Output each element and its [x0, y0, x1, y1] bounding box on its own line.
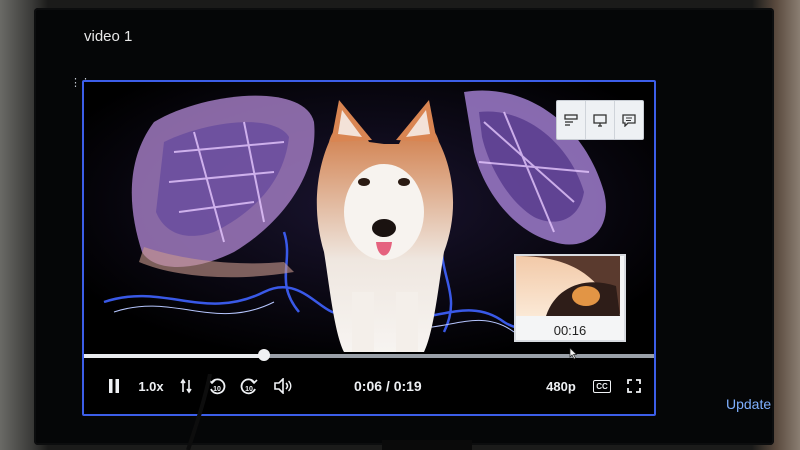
fullscreen-icon [627, 379, 641, 393]
view-toolbar [556, 100, 644, 140]
update-link[interactable]: Update [726, 396, 771, 412]
captions-icon: CC [593, 379, 611, 393]
layout-compact-icon [564, 114, 578, 126]
comment-icon [622, 113, 636, 127]
layout-compact-button[interactable] [557, 101, 586, 139]
playback-speed-button[interactable]: 1.0x [134, 372, 168, 400]
comment-button[interactable] [615, 101, 643, 139]
forward-10-button[interactable]: 10 [236, 372, 262, 400]
monitor-button[interactable] [586, 101, 615, 139]
seek-bar-handle[interactable] [258, 349, 271, 361]
monitor-icon [593, 113, 607, 127]
preview-time: 00:16 [553, 323, 587, 338]
video-player[interactable]: 00:16 1.0x 10 10 0:06 / 0:19 480p CC [82, 80, 656, 416]
time-display: 0:06 / 0:19 [354, 378, 422, 394]
pause-button[interactable] [102, 372, 126, 400]
preview-image [516, 256, 620, 316]
cable [186, 374, 212, 450]
seek-bar-played [84, 354, 265, 358]
mouse-cursor-icon [569, 348, 578, 360]
seek-preview-thumbnail: 00:16 [514, 254, 626, 342]
captions-button[interactable]: CC [590, 372, 614, 400]
volume-button[interactable] [270, 372, 296, 400]
pause-icon [109, 379, 119, 393]
quality-button[interactable]: 480p [544, 372, 578, 400]
monitor-stand [382, 440, 472, 450]
fullscreen-button[interactable] [622, 372, 646, 400]
svg-text:10: 10 [245, 386, 253, 393]
page-title: video 1 [84, 28, 133, 45]
forward-10-icon: 10 [240, 378, 258, 395]
volume-icon [274, 378, 292, 394]
